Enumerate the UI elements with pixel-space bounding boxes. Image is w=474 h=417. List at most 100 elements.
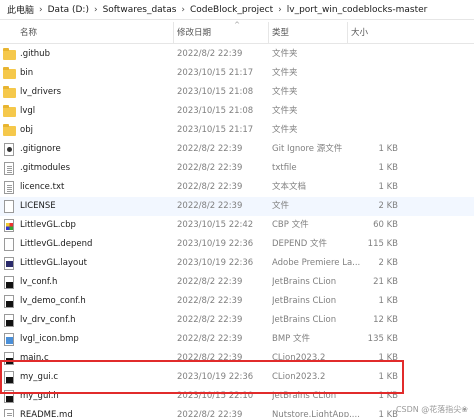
file-row[interactable]: LittlevGL.cbp 2023/10/15 22:42 CBP 文件 60 KB xyxy=(0,216,474,235)
file-row[interactable]: lv_drivers 2023/10/15 21:08 文件夹 xyxy=(0,83,474,102)
file-date: 2022/8/2 22:39 xyxy=(177,201,243,211)
file-name: .gitignore xyxy=(20,144,61,154)
file-name: lvgl xyxy=(20,106,36,116)
column-header-name[interactable]: 名称 xyxy=(0,22,174,44)
file-row[interactable]: .gitmodules 2022/8/2 22:39 txtfile 1 KB xyxy=(0,159,474,178)
file-date: 2023/10/15 21:08 xyxy=(177,87,254,97)
file-date: 2022/8/2 22:39 xyxy=(177,163,243,173)
file-row[interactable]: .github 2022/8/2 22:39 文件夹 xyxy=(0,45,474,64)
chevron-right-icon: › xyxy=(39,4,43,15)
file-name: LICENSE xyxy=(20,201,56,211)
file-date: 2022/8/2 22:39 xyxy=(177,277,243,287)
file-name: my_gui.h xyxy=(20,391,59,401)
file-row[interactable]: obj 2023/10/15 21:17 文件夹 xyxy=(0,121,474,140)
file-name: .github xyxy=(20,49,50,59)
clion-file-icon xyxy=(4,314,14,327)
clion-file-icon xyxy=(4,295,14,308)
file-row[interactable]: lvgl_icon.bmp 2022/8/2 22:39 BMP 文件 135 KB xyxy=(0,330,474,349)
file-date: 2022/8/2 22:39 xyxy=(177,182,243,192)
breadcrumb-item-softwares[interactable]: Softwares_datas xyxy=(101,5,179,15)
file-size: 1 KB xyxy=(378,182,398,192)
file-row[interactable]: lv_demo_conf.h 2022/8/2 22:39 JetBrains CL… xyxy=(0,292,474,311)
blank-file-icon xyxy=(4,238,14,251)
file-size: 60 KB xyxy=(373,220,398,230)
file-name: lv_conf.h xyxy=(20,277,58,287)
file-row[interactable]: bin 2023/10/15 21:17 文件夹 xyxy=(0,64,474,83)
file-date: 2023/10/15 22:42 xyxy=(177,220,254,230)
file-size: 12 KB xyxy=(373,315,398,325)
file-date: 2023/10/19 22:36 xyxy=(177,239,254,249)
file-size: 135 KB xyxy=(367,334,398,344)
breadcrumb-item-this-pc[interactable]: 此电脑 xyxy=(5,3,36,16)
folder-icon xyxy=(3,67,16,79)
file-row[interactable]: lv_drv_conf.h 2022/8/2 22:39 JetBrains CLi… xyxy=(0,311,474,330)
file-size: 1 KB xyxy=(378,391,398,401)
column-header-date[interactable]: 修改日期 xyxy=(174,22,269,44)
file-date: 2022/8/2 22:39 xyxy=(177,49,243,59)
file-name: README.md xyxy=(20,410,73,417)
file-row[interactable]: LICENSE 2022/8/2 22:39 文件 2 KB xyxy=(0,197,474,216)
folder-icon xyxy=(3,124,16,136)
file-name: licence.txt xyxy=(20,182,65,192)
file-row[interactable]: licence.txt 2022/8/2 22:39 文本文档 1 KB xyxy=(0,178,474,197)
codeblocks-file-icon xyxy=(4,219,14,232)
file-name: lv_demo_conf.h xyxy=(20,296,86,306)
file-row[interactable]: my_gui.c 2023/10/19 22:36 CLion2023.2 1 KB xyxy=(0,368,474,387)
text-file-icon xyxy=(4,162,14,175)
file-date: 2023/10/15 21:17 xyxy=(177,125,254,135)
git-file-icon xyxy=(4,143,14,156)
breadcrumb-item-project[interactable]: CodeBlock_project xyxy=(188,5,275,15)
file-size: 115 KB xyxy=(367,239,398,249)
file-name: bin xyxy=(20,68,34,78)
premiere-file-icon xyxy=(4,257,14,270)
file-size: 1 KB xyxy=(378,410,398,417)
file-row[interactable]: LittlevGL.layout 2023/10/19 22:36 Adobe Pr… xyxy=(0,254,474,273)
folder-icon xyxy=(3,86,16,98)
file-size: 1 KB xyxy=(378,144,398,154)
clion-file-icon xyxy=(4,390,14,403)
text-file-icon xyxy=(4,181,14,194)
file-size xyxy=(330,83,398,102)
file-name: my_gui.c xyxy=(20,372,59,382)
file-row[interactable]: lvgl 2023/10/15 21:08 文件夹 xyxy=(0,102,474,121)
file-date: 2023/10/15 21:17 xyxy=(177,68,254,78)
breadcrumb-item-drive[interactable]: Data (D:) xyxy=(46,5,91,15)
file-row[interactable]: .gitignore 2022/8/2 22:39 Git Ignore 源文件 1 … xyxy=(0,140,474,159)
file-row[interactable]: LittlevGL.depend 2023/10/19 22:36 DEPEND 文… xyxy=(0,235,474,254)
file-size: 1 KB xyxy=(378,296,398,306)
file-date: 2022/8/2 22:39 xyxy=(177,296,243,306)
file-date: 2023/10/15 21:08 xyxy=(177,106,254,116)
file-name: LittlevGL.layout xyxy=(20,258,87,268)
file-date: 2022/8/2 22:39 xyxy=(177,315,243,325)
watermark: CSDN @花落指尖❀ xyxy=(395,405,468,414)
file-row[interactable]: lv_conf.h 2022/8/2 22:39 JetBrains CLion 21… xyxy=(0,273,474,292)
column-header-size[interactable]: 大小 xyxy=(348,22,404,44)
chevron-right-icon: › xyxy=(181,4,186,15)
file-name: .gitmodules xyxy=(20,163,71,173)
file-date: 2022/8/2 22:39 xyxy=(177,334,243,344)
file-size: 21 KB xyxy=(373,277,398,287)
file-date: 2023/10/19 22:36 xyxy=(177,258,254,268)
file-size xyxy=(330,64,398,83)
file-size: 1 KB xyxy=(378,372,398,382)
file-date: 2022/8/2 22:39 xyxy=(177,144,243,154)
chevron-right-icon: › xyxy=(278,4,282,15)
column-header-type[interactable]: 类型 xyxy=(269,22,348,44)
file-name: main.c xyxy=(20,353,49,363)
clion-file-icon xyxy=(4,352,14,365)
blank-file-icon xyxy=(4,200,14,213)
file-name: LittlevGL.cbp xyxy=(20,220,76,230)
file-row[interactable]: main.c 2022/8/2 22:39 CLion2023.2 1 KB xyxy=(0,349,474,368)
folder-icon xyxy=(3,105,16,117)
folder-icon xyxy=(3,48,16,60)
breadcrumb-item-current[interactable]: lv_port_win_codeblocks-master xyxy=(285,5,430,15)
file-size xyxy=(330,121,398,140)
column-header-row: ^ 名称 修改日期 类型 大小 xyxy=(0,22,474,44)
file-size xyxy=(330,45,398,64)
chevron-right-icon: › xyxy=(93,4,98,15)
file-size: 2 KB xyxy=(378,258,398,268)
file-name: LittlevGL.depend xyxy=(20,239,93,249)
file-name: lvgl_icon.bmp xyxy=(20,334,79,344)
file-name: lv_drivers xyxy=(20,87,62,97)
file-name: lv_drv_conf.h xyxy=(20,315,76,325)
